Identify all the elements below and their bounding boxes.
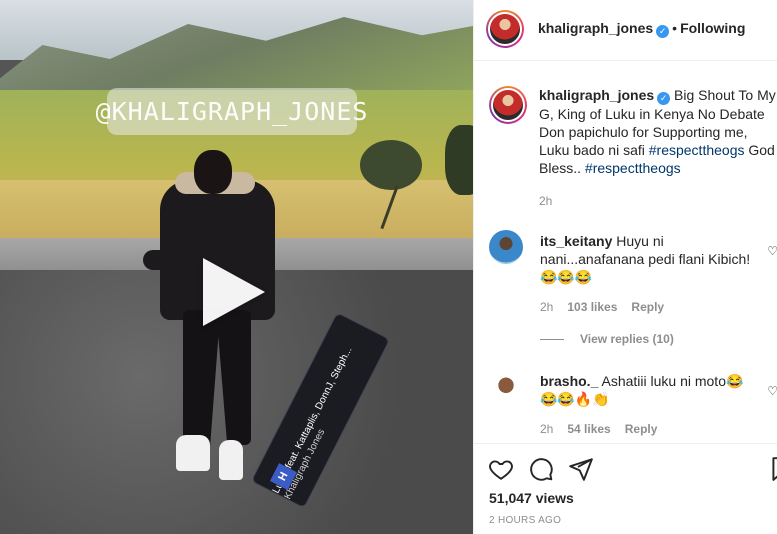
header-separator: • — [672, 20, 678, 36]
header-username[interactable]: khaligraph_jones — [538, 20, 653, 36]
comment: brasho._ Ashatiii luku ni moto😂 😂😂🔥👏 2h 5… — [489, 370, 777, 440]
like-comment-icon[interactable]: ♡ — [767, 244, 777, 258]
person-shoe — [176, 435, 210, 471]
save-icon[interactable] — [768, 456, 777, 482]
verified-badge-icon: ✓ — [656, 25, 670, 38]
post-view: @KHALIGRAPH_JONES Luku (feat. Kattaplis,… — [0, 0, 777, 534]
view-replies-button[interactable]: View replies (10) — [540, 332, 674, 346]
following-button[interactable]: Following — [680, 20, 745, 36]
play-icon[interactable] — [203, 258, 265, 326]
share-icon[interactable] — [568, 456, 594, 482]
comment-icon[interactable] — [528, 456, 554, 482]
comment: its_keitany Huyu ni nani...anafanana ped… — [489, 230, 777, 320]
person-shoe — [219, 440, 243, 480]
reply-button[interactable]: Reply — [625, 422, 658, 436]
verified-badge-icon: ✓ — [657, 92, 671, 105]
person-head — [194, 150, 232, 194]
reply-button[interactable]: Reply — [631, 300, 664, 314]
comment-meta: 2h 54 likes Reply — [540, 422, 671, 436]
comment-inline-emoji: 😂 — [726, 373, 744, 389]
commenter-avatar[interactable] — [489, 230, 523, 264]
avatar[interactable] — [489, 86, 527, 124]
header-user-row: khaligraph_jones ✓ • Following — [538, 20, 745, 38]
comment-emojis: 😂😂🔥👏 — [540, 391, 610, 407]
comment-likes[interactable]: 103 likes — [567, 300, 617, 314]
video-watermark: @KHALIGRAPH_JONES — [96, 88, 367, 135]
comment-time[interactable]: 2h — [540, 422, 553, 436]
comment-time[interactable]: 2h — [540, 300, 553, 314]
heart-icon[interactable] — [488, 456, 514, 482]
comment-body: its_keitany Huyu ni nani...anafanana ped… — [540, 232, 770, 286]
hashtag-link[interactable]: #respecttheogs — [585, 160, 681, 176]
scene-tree — [360, 140, 422, 190]
scene-tree — [445, 125, 473, 195]
hashtag-link[interactable]: #respecttheogs — [649, 142, 745, 158]
post-sidebar: khaligraph_jones ✓ • Following khaligraph_j… — [473, 0, 777, 534]
caption-time[interactable]: 2h — [539, 194, 552, 208]
post-actions: 51,047 views 2 HOURS AGO — [474, 443, 777, 534]
video-player[interactable]: @KHALIGRAPH_JONES Luku (feat. Kattaplis,… — [0, 0, 473, 534]
comment-emojis: 😂😂😂 — [540, 269, 593, 285]
avatar[interactable] — [486, 10, 524, 48]
person-arm — [143, 250, 183, 270]
comment-likes[interactable]: 54 likes — [567, 422, 610, 436]
like-comment-icon[interactable]: ♡ — [767, 384, 777, 398]
comment-meta: 2h 103 likes Reply — [540, 300, 678, 314]
commenter-avatar[interactable] — [489, 370, 523, 404]
comment-text: Ashatiii luku ni moto — [601, 373, 726, 389]
view-replies-label: View replies (10) — [580, 332, 674, 346]
replies-divider — [540, 339, 564, 341]
caption-username[interactable]: khaligraph_jones — [539, 87, 654, 103]
comment-body: brasho._ Ashatiii luku ni moto😂 😂😂🔥👏 — [540, 372, 770, 408]
caption-text: khaligraph_jones ✓ Big Shout To My G, Kin… — [539, 86, 777, 177]
comment-username[interactable]: brasho._ — [540, 373, 598, 389]
comment-username[interactable]: its_keitany — [540, 233, 612, 249]
view-count[interactable]: 51,047 views — [489, 490, 574, 506]
post-timestamp[interactable]: 2 HOURS AGO — [489, 515, 561, 526]
post-header: khaligraph_jones ✓ • Following — [474, 0, 777, 61]
